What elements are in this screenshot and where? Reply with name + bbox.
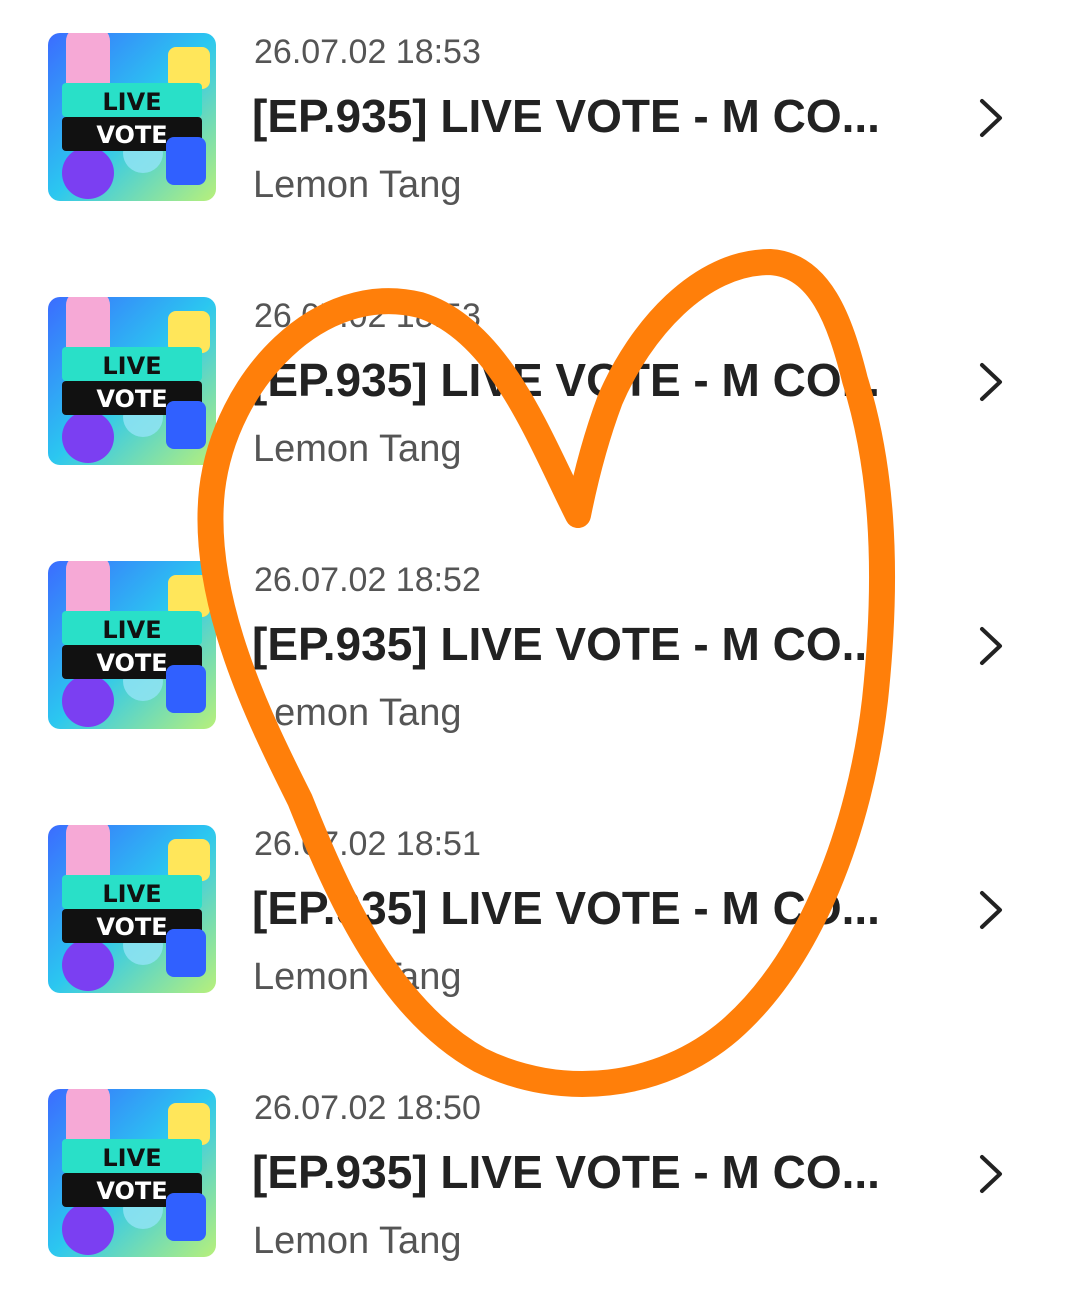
thumb-text-live: LIVE: [102, 880, 161, 908]
list-item[interactable]: LIVE VOTE 26.07.02 18:51 [EP.935] LIVE V…: [0, 825, 1080, 1025]
item-timestamp: 26.07.02 18:53: [254, 297, 481, 335]
episode-thumbnail: LIVE VOTE: [48, 1089, 216, 1257]
item-timestamp: 26.07.02 18:52: [254, 561, 481, 599]
thumb-text-live: LIVE: [102, 616, 161, 644]
episode-thumbnail: LIVE VOTE: [48, 825, 216, 993]
thumb-text-live: LIVE: [102, 88, 161, 116]
item-author: Lemon Tang: [253, 956, 462, 998]
episode-thumbnail: LIVE VOTE: [48, 297, 216, 465]
list-item[interactable]: LIVE VOTE 26.07.02 18:53 [EP.935] LIVE V…: [0, 297, 1080, 497]
thumb-text-vote: VOTE: [96, 649, 167, 677]
chevron-right-icon[interactable]: [970, 1149, 1010, 1199]
item-title: [EP.935] LIVE VOTE - M CO...: [252, 90, 880, 142]
item-author: Lemon Tang: [253, 428, 462, 470]
thumb-text-vote: VOTE: [96, 1177, 167, 1205]
thumb-text-live: LIVE: [102, 352, 161, 380]
item-timestamp: 26.07.02 18:51: [254, 825, 481, 863]
item-author: Lemon Tang: [253, 164, 462, 206]
episode-thumbnail: LIVE VOTE: [48, 561, 216, 729]
item-title: [EP.935] LIVE VOTE - M CO...: [252, 618, 880, 670]
list-item[interactable]: LIVE VOTE 26.07.02 18:53 [EP.935] LIVE V…: [0, 33, 1080, 233]
item-author: Lemon Tang: [253, 692, 462, 734]
chevron-right-icon[interactable]: [970, 885, 1010, 935]
item-title: [EP.935] LIVE VOTE - M CO...: [252, 882, 880, 934]
chevron-right-icon[interactable]: [970, 93, 1010, 143]
thumb-text-vote: VOTE: [96, 385, 167, 413]
item-title: [EP.935] LIVE VOTE - M CO...: [252, 354, 880, 406]
episode-thumbnail: LIVE VOTE: [48, 33, 216, 201]
item-author: Lemon Tang: [253, 1220, 462, 1262]
list-item[interactable]: LIVE VOTE 26.07.02 18:52 [EP.935] LIVE V…: [0, 561, 1080, 761]
item-timestamp: 26.07.02 18:53: [254, 33, 481, 71]
item-title: [EP.935] LIVE VOTE - M CO...: [252, 1146, 880, 1198]
thumb-text-vote: VOTE: [96, 913, 167, 941]
thumb-text-live: LIVE: [102, 1144, 161, 1172]
chevron-right-icon[interactable]: [970, 621, 1010, 671]
chevron-right-icon[interactable]: [970, 357, 1010, 407]
list-item[interactable]: LIVE VOTE 26.07.02 18:50 [EP.935] LIVE V…: [0, 1089, 1080, 1289]
item-timestamp: 26.07.02 18:50: [254, 1089, 481, 1127]
thumb-text-vote: VOTE: [96, 121, 167, 149]
